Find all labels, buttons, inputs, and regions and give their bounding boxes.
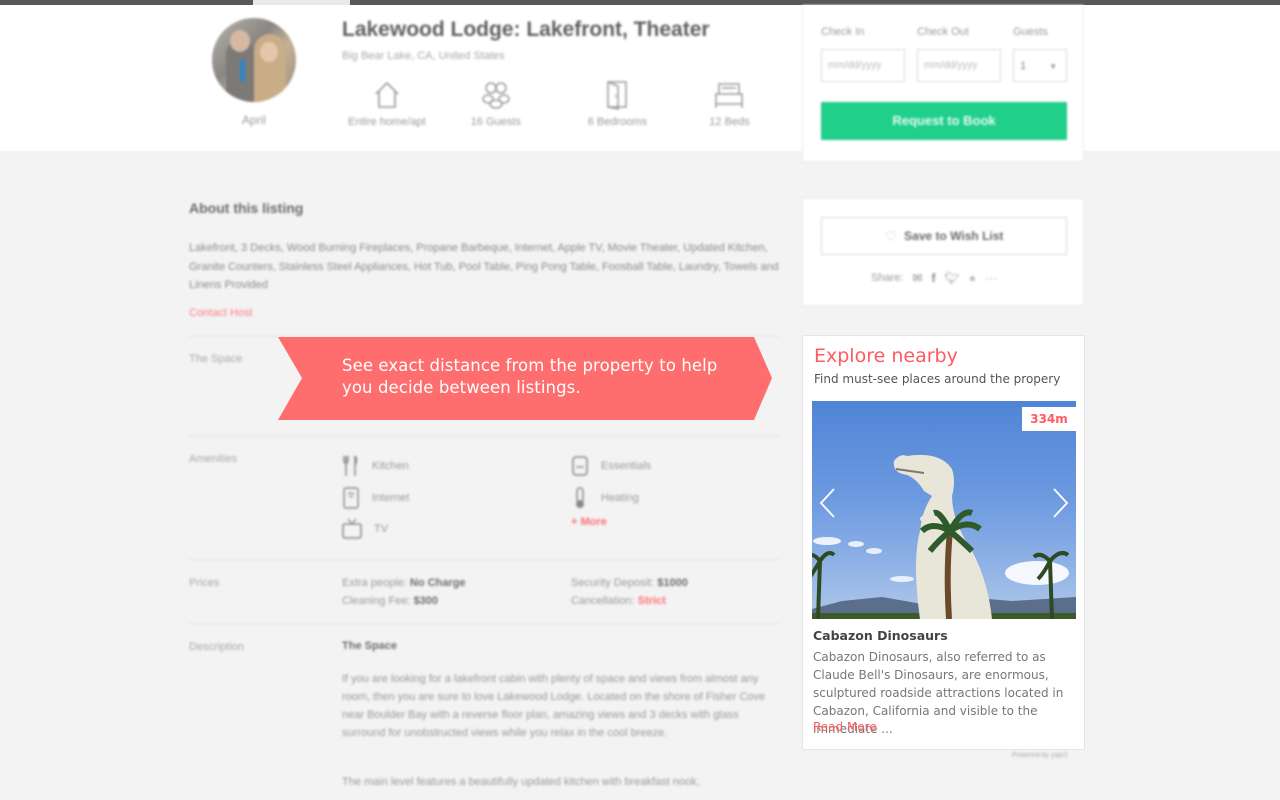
listing-title: Lakewood Lodge: Lakefront, Theater xyxy=(342,18,710,41)
explore-subtitle: Find must-see places around the propery xyxy=(814,372,1061,386)
spec-label: 6 Bedrooms xyxy=(587,116,648,128)
description-section-label: Description xyxy=(189,641,245,653)
spec-label: Entire home/apt xyxy=(348,116,426,128)
wishlist-card: ♡ Save to Wish List Share: ✉ f 🐦︎ ● ··· xyxy=(802,198,1084,306)
host-profile[interactable]: April xyxy=(212,18,296,127)
internet-icon xyxy=(343,487,359,509)
facebook-icon[interactable]: f xyxy=(931,271,935,285)
check-out-input[interactable]: mm/dd/yyyy xyxy=(917,49,1001,82)
price-extra-people: Extra people: No Charge xyxy=(342,577,466,589)
heart-icon: ♡ xyxy=(884,227,898,244)
heating-icon xyxy=(576,487,584,508)
check-in-input[interactable]: mm/dd/yyyy xyxy=(821,49,905,82)
email-icon[interactable]: ✉ xyxy=(912,271,922,285)
guests-label: Guests xyxy=(1013,26,1048,38)
dinosaur-photo-illustration xyxy=(812,454,1076,619)
powered-by-text: Powered by yap!2 xyxy=(1012,752,1069,759)
description-subtitle: The Space xyxy=(342,640,398,652)
distance-badge: 334m xyxy=(1022,407,1076,431)
price-cleaning-fee: Cleaning Fee: $300 xyxy=(342,595,438,607)
amenity-essentials: Essentials xyxy=(571,455,651,477)
request-to-book-button[interactable]: Request to Book xyxy=(821,102,1067,140)
amenity-label: TV xyxy=(374,523,389,535)
amenity-label: Heating xyxy=(601,492,639,504)
next-arrow-icon[interactable] xyxy=(1050,487,1070,519)
listing-specs: Entire home/apt 16 Guests 6 Bedrooms 12 … xyxy=(340,80,770,128)
about-text: Lakefront, 3 Decks, Wood Burning Firepla… xyxy=(189,242,779,291)
description-paragraph: The main level features a beautifully up… xyxy=(342,776,700,788)
more-icon[interactable]: ··· xyxy=(985,271,997,285)
spec-beds: 12 Beds xyxy=(689,80,770,128)
price-cancellation: Cancellation: Strict xyxy=(571,595,666,607)
spec-label: 16 Guests xyxy=(470,116,521,128)
listing-location: Big Bear Lake, CA, United States xyxy=(342,50,505,62)
amenity-label: Internet xyxy=(372,492,410,504)
explore-nearby-card: Explore nearby Find must-see places arou… xyxy=(802,335,1085,750)
divider xyxy=(189,623,779,624)
share-row: Share: ✉ f 🐦︎ ● ··· xyxy=(871,271,997,285)
amenity-label: Essentials xyxy=(601,460,652,472)
spec-label: 12 Beds xyxy=(709,116,750,128)
tv-icon xyxy=(342,518,362,539)
price-value: $300 xyxy=(413,595,439,607)
read-more-link[interactable]: Read More xyxy=(813,720,877,734)
about-title: About this listing xyxy=(189,200,304,216)
price-value: $1000 xyxy=(657,577,688,589)
explore-title: Explore nearby xyxy=(814,345,958,367)
house-icon xyxy=(375,81,399,108)
check-out-label: Check Out xyxy=(917,26,969,38)
amenities-section-label: Amenities xyxy=(189,453,238,465)
price-security-deposit: Security Deposit: $1000 xyxy=(571,577,688,589)
cancellation-policy-link[interactable]: Strict xyxy=(638,595,666,607)
amenities-more-link[interactable]: + More xyxy=(571,516,607,528)
guests-select[interactable]: 1 ▼ xyxy=(1013,49,1067,82)
spec-bedrooms: 6 Bedrooms xyxy=(568,80,667,128)
prices-section-label: Prices xyxy=(189,577,220,589)
amenity-heating: Heating xyxy=(571,487,639,509)
guests-value: 1 xyxy=(1020,60,1027,72)
booking-card: Check In Check Out Guests mm/dd/yyyy mm/… xyxy=(802,5,1084,162)
twitter-icon[interactable]: 🐦︎ xyxy=(944,271,959,285)
check-in-label: Check In xyxy=(821,26,865,38)
wishlist-button-label: Save to Wish List xyxy=(904,229,1004,243)
chevron-down-icon: ▼ xyxy=(1049,62,1057,71)
spec-room-type: Entire home/apt xyxy=(340,80,434,128)
previous-arrow-icon[interactable] xyxy=(818,487,838,519)
amenity-kitchen: Kitchen xyxy=(342,455,409,477)
price-label: Extra people: xyxy=(342,577,407,589)
place-photo[interactable]: 334m xyxy=(812,401,1076,619)
amenity-internet: Internet xyxy=(342,487,409,509)
guests-icon xyxy=(482,82,510,109)
price-label: Security Deposit: xyxy=(571,577,655,589)
save-to-wishlist-button[interactable]: ♡ Save to Wish List xyxy=(821,217,1067,255)
tooltip-text: See exact distance from the property to … xyxy=(342,356,718,397)
kitchen-icon xyxy=(343,455,358,476)
place-name: Cabazon Dinosaurs xyxy=(813,628,948,643)
bed-icon xyxy=(715,83,744,108)
divider xyxy=(189,436,779,437)
price-label: Cleaning Fee: xyxy=(342,595,411,607)
price-label: Cancellation: xyxy=(571,595,635,607)
amenity-tv: TV xyxy=(342,518,388,540)
spec-guests: 16 Guests xyxy=(442,80,550,128)
price-value: No Charge xyxy=(409,577,466,589)
pinterest-icon[interactable]: ● xyxy=(969,271,976,285)
feature-tooltip: See exact distance from the property to … xyxy=(278,337,772,420)
essentials-icon xyxy=(572,456,588,476)
door-icon xyxy=(607,81,628,110)
description-paragraph: If you are looking for a lakefront cabin… xyxy=(342,673,766,739)
divider xyxy=(189,559,779,560)
share-label: Share: xyxy=(871,272,904,284)
contact-host-link[interactable]: Contact Host xyxy=(189,307,253,319)
amenity-label: Kitchen xyxy=(372,460,409,472)
host-avatar[interactable] xyxy=(212,18,296,102)
host-name: April xyxy=(241,113,266,127)
space-section-label: The Space xyxy=(189,353,243,365)
